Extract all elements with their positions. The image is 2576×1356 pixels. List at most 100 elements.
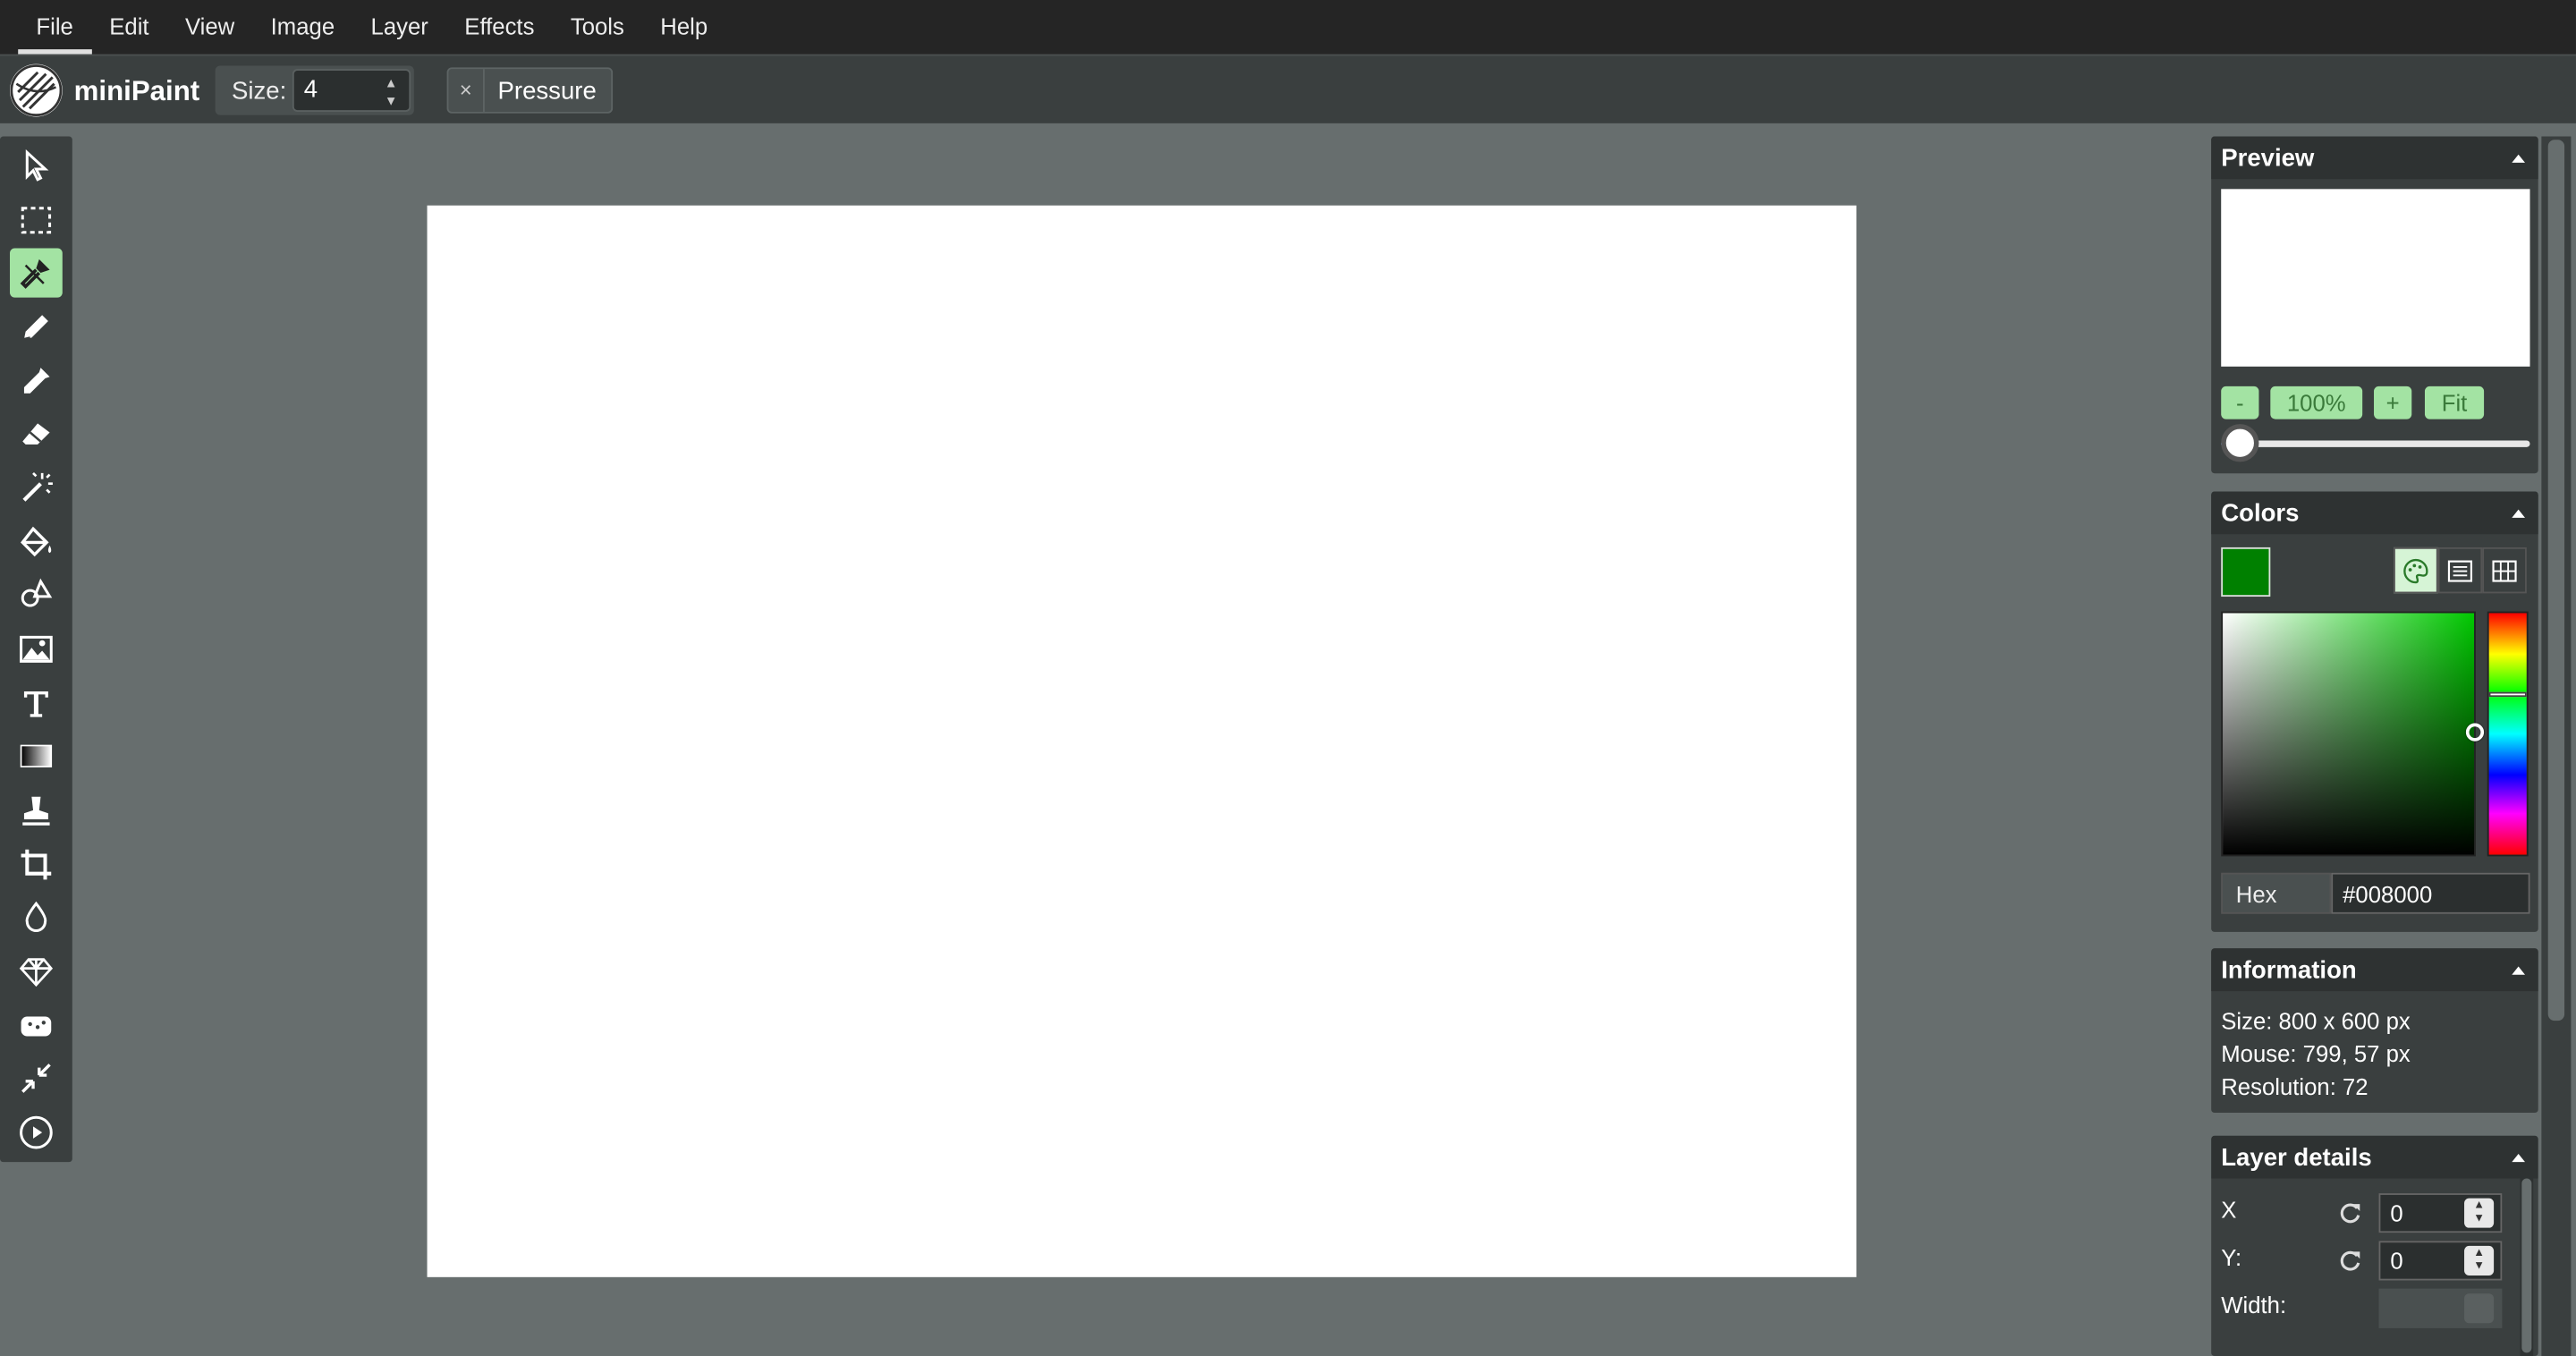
zoom-in-button[interactable]: + (2374, 386, 2412, 420)
eraser-icon (22, 423, 50, 445)
menu-view[interactable]: View (167, 0, 253, 55)
size-input[interactable]: 4 ▲ ▼ (292, 69, 411, 112)
minipaint-logo-icon (10, 64, 63, 117)
tool-clone[interactable] (10, 785, 63, 835)
hue-slider-handle[interactable] (2488, 691, 2527, 698)
menu-help[interactable]: Help (642, 0, 725, 55)
tool-animation[interactable] (10, 1108, 63, 1157)
color-mode-list[interactable] (2437, 547, 2483, 594)
crop-icon (21, 849, 52, 880)
tool-select[interactable] (10, 141, 63, 191)
menu-layer[interactable]: Layer (352, 0, 446, 55)
sponge-icon (21, 1016, 52, 1037)
preview-thumbnail[interactable] (2221, 189, 2530, 367)
layer-y-stepper[interactable]: ▲ ▼ (2464, 1245, 2495, 1275)
current-color-swatch[interactable] (2221, 547, 2271, 597)
sidebar-scrollbar-thumb[interactable] (2547, 140, 2565, 1021)
sidebar-scrollbar[interactable] (2541, 136, 2572, 1356)
tool-blur[interactable] (10, 893, 63, 942)
color-mode-palette[interactable] (2394, 547, 2438, 594)
tool-desaturate[interactable] (10, 1001, 63, 1050)
menu-file[interactable]: File (18, 0, 91, 55)
tool-pencil[interactable] (10, 302, 63, 352)
layer-x-stepper[interactable]: ▲ ▼ (2464, 1198, 2495, 1228)
chevron-down-icon[interactable]: ▼ (385, 94, 398, 108)
hex-input[interactable]: #008000 (2331, 872, 2530, 914)
tool-bulge-pinch[interactable] (10, 1054, 63, 1103)
layer-details-header[interactable]: Layer details (2211, 1135, 2538, 1179)
tool-magic-wand[interactable] (10, 463, 63, 513)
info-resolution: Resolution: 72 (2221, 1072, 2368, 1100)
colors-panel: Colors Hex #008000 (2211, 491, 2538, 932)
menu-effects[interactable]: Effects (446, 0, 553, 55)
reset-x-button[interactable] (2333, 1197, 2366, 1230)
chevron-up-icon[interactable]: ▲ (2473, 1248, 2485, 1261)
zoom-slider-handle[interactable] (2221, 424, 2259, 462)
tool-eraser[interactable] (10, 410, 63, 459)
text-icon (23, 691, 48, 717)
chevron-up-icon[interactable]: ▲ (2473, 1199, 2485, 1213)
tools-sidebar (0, 136, 72, 1163)
image-icon (20, 635, 53, 663)
pressure-toggle-button[interactable]: × Pressure (446, 67, 614, 114)
preview-header[interactable]: Preview (2211, 136, 2538, 180)
gradient-icon (20, 744, 53, 767)
tool-eyedropper[interactable] (10, 357, 63, 406)
chevron-up-icon[interactable]: ▲ (385, 76, 398, 89)
tool-text[interactable] (10, 679, 63, 728)
magic-wand-icon (22, 471, 53, 502)
reset-y-button[interactable] (2333, 1244, 2366, 1277)
tool-gradient[interactable] (10, 732, 63, 781)
drawing-canvas[interactable] (427, 205, 1857, 1277)
play-circle-icon (20, 1115, 53, 1149)
saturation-value-handle[interactable] (2465, 723, 2485, 742)
size-stepper[interactable]: ▲ ▼ (377, 74, 406, 110)
stamp-icon (22, 796, 50, 826)
zoom-level-button[interactable]: 100% (2270, 386, 2363, 420)
tool-crop[interactable] (10, 840, 63, 889)
layer-x-value: 0 (2390, 1199, 2403, 1226)
layer-y-label: Y: (2221, 1244, 2242, 1271)
zoom-fit-button[interactable]: Fit (2424, 386, 2485, 420)
chevron-down-icon[interactable]: ▼ (2473, 1260, 2485, 1274)
pointer-icon (25, 148, 49, 182)
collapse-icon[interactable] (2512, 508, 2526, 517)
colors-header[interactable]: Colors (2211, 491, 2538, 535)
menu-tools[interactable]: Tools (553, 0, 642, 55)
collapse-icon[interactable] (2512, 965, 2526, 974)
collapse-icon[interactable] (2512, 1153, 2526, 1162)
color-mode-grid[interactable] (2482, 547, 2527, 594)
paint-bucket-icon (21, 526, 52, 557)
zoom-out-button[interactable]: - (2221, 386, 2259, 420)
menu-edit[interactable]: Edit (91, 0, 167, 55)
app-name: miniPaint (73, 75, 200, 107)
layer-y-input[interactable]: 0 ▲ ▼ (2378, 1241, 2503, 1281)
menu-bar: File Edit View Image Layer Effects Tools… (0, 0, 2576, 55)
menu-image[interactable]: Image (252, 0, 352, 55)
layer-width-input[interactable] (2378, 1288, 2503, 1328)
saturation-value-picker[interactable] (2221, 611, 2485, 857)
size-value: 4 (303, 75, 318, 104)
layer-x-input[interactable]: 0 ▲ ▼ (2378, 1193, 2503, 1233)
tool-shape[interactable] (10, 571, 63, 620)
layer-details-panel: Layer details X 0 ▲ ▼ Y: 0 ▲ ▼ Width: (2211, 1135, 2538, 1356)
tool-fill[interactable] (10, 518, 63, 567)
tool-selection[interactable] (10, 196, 63, 245)
tool-media[interactable] (10, 624, 63, 674)
hue-slider[interactable] (2487, 611, 2529, 857)
information-panel: Information Size: 800 x 600 px Mouse: 79… (2211, 948, 2538, 1114)
layer-details-scrollbar-thumb[interactable] (2521, 1178, 2532, 1353)
collapse-icon[interactable] (2512, 153, 2526, 163)
zoom-slider[interactable] (2221, 440, 2530, 447)
information-header[interactable]: Information (2211, 948, 2538, 992)
hex-field: Hex #008000 (2221, 872, 2530, 914)
app-window: File Edit View Image Layer Effects Tools… (0, 0, 2576, 1356)
tool-options-bar: miniPaint Size: 4 ▲ ▼ × Pressure (0, 54, 2576, 123)
chevron-down-icon[interactable]: ▼ (2473, 1213, 2485, 1226)
preview-title: Preview (2221, 143, 2315, 173)
tool-sharpen[interactable] (10, 946, 63, 996)
layer-details-scrollbar[interactable] (2520, 1178, 2534, 1356)
layer-width-stepper[interactable] (2464, 1293, 2495, 1324)
tool-brush[interactable] (10, 248, 63, 298)
shapes-icon (21, 578, 53, 607)
